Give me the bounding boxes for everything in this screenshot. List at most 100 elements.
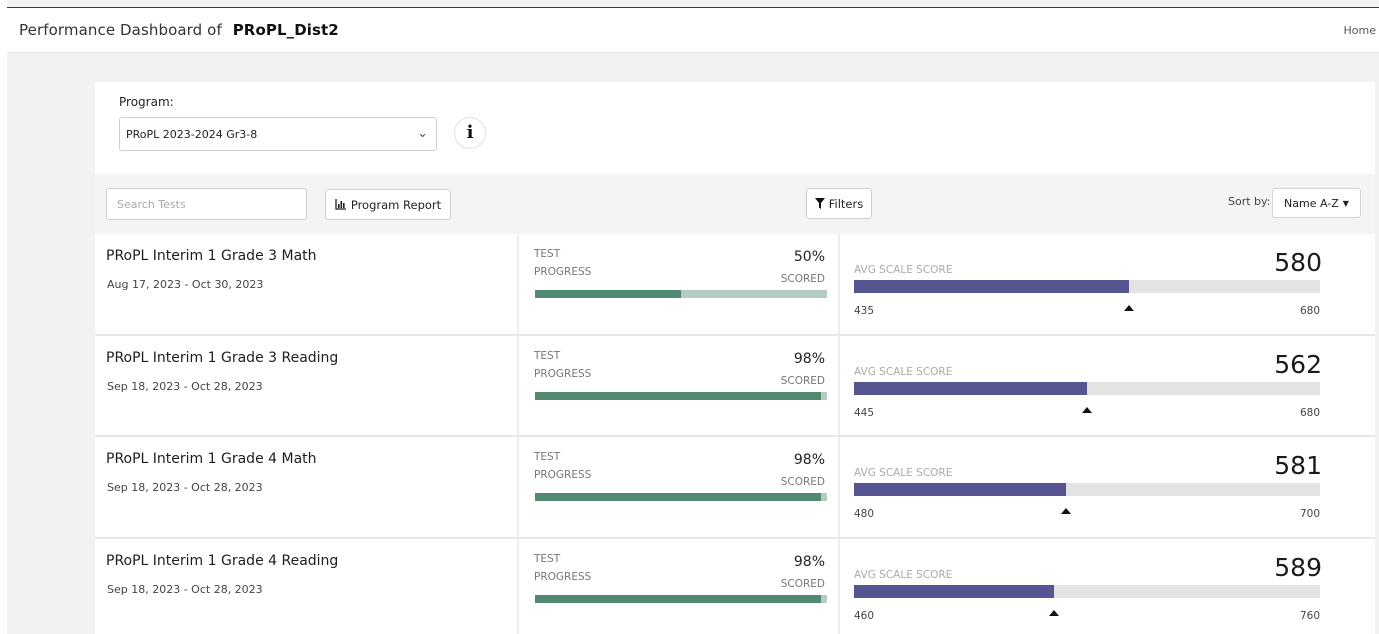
sort-label: Sort by:: [1228, 195, 1271, 208]
score-bar: [854, 584, 1320, 598]
progress-bar-fill: [535, 594, 822, 603]
avg-scale-score-label: AVG SCALE SCORE: [854, 467, 953, 479]
avg-scale-score-label: AVG SCALE SCORE: [854, 365, 953, 378]
triangle-up-icon: [1082, 406, 1092, 413]
avg-scale-score-label: AVG SCALE SCORE: [854, 568, 953, 581]
test-progress-cell: TEST PROGRESS 50% SCORED: [521, 234, 840, 334]
progress-percent: 98%: [793, 452, 825, 468]
district-name: PRoPL_Dist2: [232, 21, 339, 39]
test-row[interactable]: PRoPL Interim 1 Grade 4 Math Sep 18, 202…: [95, 437, 1375, 539]
test-progress-cell: TEST PROGRESS 98% SCORED: [521, 335, 840, 435]
score-bar-fill: [854, 483, 1067, 496]
top-header: Performance Dashboard of PRoPL_Dist2 Hom…: [7, 7, 1379, 53]
program-select-value: PRoPL 2023-2024 Gr3-8: [126, 128, 258, 141]
scored-label: SCORED: [780, 577, 825, 590]
progress-percent: 50%: [793, 249, 825, 265]
progress-bar: [535, 290, 827, 298]
info-icon[interactable]: i: [454, 117, 486, 149]
avg-score-cell: AVG SCALE SCORE 581 480 700: [842, 437, 1375, 537]
test-progress-cell: TEST PROGRESS 98% SCORED: [521, 538, 840, 634]
test-row[interactable]: PRoPL Interim 1 Grade 3 Reading Sep 18, …: [95, 335, 1375, 437]
progress-label: PROGRESS: [534, 469, 592, 481]
test-name-cell: PRoPL Interim 1 Grade 3 Math Aug 17, 202…: [95, 234, 519, 334]
filters-label: Filters: [828, 196, 864, 211]
sort-select[interactable]: Name A-Z ▼: [1272, 188, 1361, 218]
filters-button[interactable]: Filters: [806, 188, 872, 219]
test-row[interactable]: PRoPL Interim 1 Grade 4 Reading Sep 18, …: [95, 538, 1375, 634]
test-row[interactable]: PRoPL Interim 1 Grade 3 Math Aug 17, 202…: [95, 234, 1375, 336]
test-name[interactable]: PRoPL Interim 1 Grade 4 Math: [106, 451, 317, 467]
score-max: 760: [1299, 609, 1320, 622]
scored-label: SCORED: [780, 374, 825, 387]
filter-icon: [814, 198, 825, 209]
page-title-prefix: Performance Dashboard of: [19, 21, 222, 39]
home-link[interactable]: Home: [1344, 24, 1376, 37]
score-bar: [854, 280, 1320, 293]
program-report-label: Program Report: [350, 197, 442, 212]
progress-bar-fill: [535, 391, 822, 400]
test-name-cell: PRoPL Interim 1 Grade 4 Math Sep 18, 202…: [95, 437, 519, 537]
progress-percent: 98%: [793, 350, 825, 367]
score-min: 435: [854, 305, 875, 317]
scored-label: SCORED: [780, 273, 825, 285]
score-min: 460: [854, 609, 875, 622]
test-progress-cell: TEST PROGRESS 98% SCORED: [521, 437, 840, 537]
avg-scale-score-value: 581: [1274, 451, 1322, 480]
sort-select-value: Name A-Z: [1284, 196, 1339, 210]
triangle-up-icon: [1123, 305, 1134, 311]
bar-chart-icon: [335, 199, 346, 210]
test-name[interactable]: PRoPL Interim 1 Grade 4 Reading: [106, 553, 338, 569]
progress-label: PROGRESS: [534, 367, 592, 380]
progress-label: PROGRESS: [534, 570, 592, 583]
left-strip: [0, 0, 7, 634]
test-label: TEST: [534, 552, 561, 565]
avg-scale-score-label: AVG SCALE SCORE: [854, 264, 953, 276]
search-tests-input[interactable]: [106, 188, 307, 220]
test-dates: Sep 18, 2023 - Oct 28, 2023: [107, 379, 263, 393]
test-name-cell: PRoPL Interim 1 Grade 4 Reading Sep 18, …: [95, 538, 519, 634]
score-max: 700: [1299, 508, 1320, 520]
page-title: Performance Dashboard of PRoPL_Dist2: [19, 21, 339, 39]
test-name-cell: PRoPL Interim 1 Grade 3 Reading Sep 18, …: [95, 335, 519, 435]
progress-bar: [535, 594, 827, 603]
avg-score-cell: AVG SCALE SCORE 589 460 760: [842, 539, 1375, 634]
score-min: 445: [854, 406, 875, 419]
test-dates: Aug 17, 2023 - Oct 30, 2023: [107, 278, 264, 291]
caret-down-icon: ▼: [1342, 198, 1349, 208]
avg-scale-score-value: 562: [1274, 349, 1322, 379]
avg-score-cell: AVG SCALE SCORE 562 445 680: [842, 336, 1375, 436]
tests-toolbar: Program Report Filters Sort by: Name A-Z…: [95, 174, 1375, 234]
score-max: 680: [1299, 406, 1320, 419]
avg-score-cell: AVG SCALE SCORE 580 435 680: [842, 234, 1375, 334]
triangle-up-icon: [1049, 609, 1060, 616]
test-dates: Sep 18, 2023 - Oct 28, 2023: [107, 582, 263, 596]
progress-bar-fill: [535, 290, 681, 298]
progress-percent: 98%: [793, 553, 825, 570]
avg-scale-score-value: 589: [1274, 552, 1322, 582]
program-card: Program: PRoPL 2023-2024 Gr3-8 ⌄ i: [95, 82, 1375, 174]
triangle-up-icon: [1061, 508, 1072, 514]
program-report-button[interactable]: Program Report: [325, 189, 451, 220]
progress-bar-fill: [535, 493, 822, 501]
chevron-down-icon: ⌄: [417, 126, 428, 141]
score-bar-fill: [854, 381, 1087, 395]
score-bar-fill: [854, 280, 1129, 293]
test-dates: Sep 18, 2023 - Oct 28, 2023: [107, 481, 263, 494]
program-select[interactable]: PRoPL 2023-2024 Gr3-8 ⌄: [119, 117, 437, 151]
progress-bar: [535, 391, 827, 400]
test-label: TEST: [534, 451, 561, 463]
score-bar-fill: [854, 584, 1055, 598]
test-name[interactable]: PRoPL Interim 1 Grade 3 Reading: [106, 350, 338, 366]
progress-bar: [535, 493, 827, 501]
score-bar: [854, 381, 1320, 395]
test-label: TEST: [534, 349, 561, 362]
score-min: 480: [854, 508, 875, 520]
avg-scale-score-value: 580: [1274, 248, 1322, 277]
progress-label: PROGRESS: [534, 266, 592, 278]
score-bar: [854, 483, 1320, 496]
test-label: TEST: [534, 248, 561, 260]
scored-label: SCORED: [780, 476, 825, 488]
score-max: 680: [1299, 305, 1320, 317]
tests-list: PRoPL Interim 1 Grade 3 Math Aug 17, 202…: [95, 234, 1375, 634]
test-name[interactable]: PRoPL Interim 1 Grade 3 Math: [106, 248, 317, 264]
